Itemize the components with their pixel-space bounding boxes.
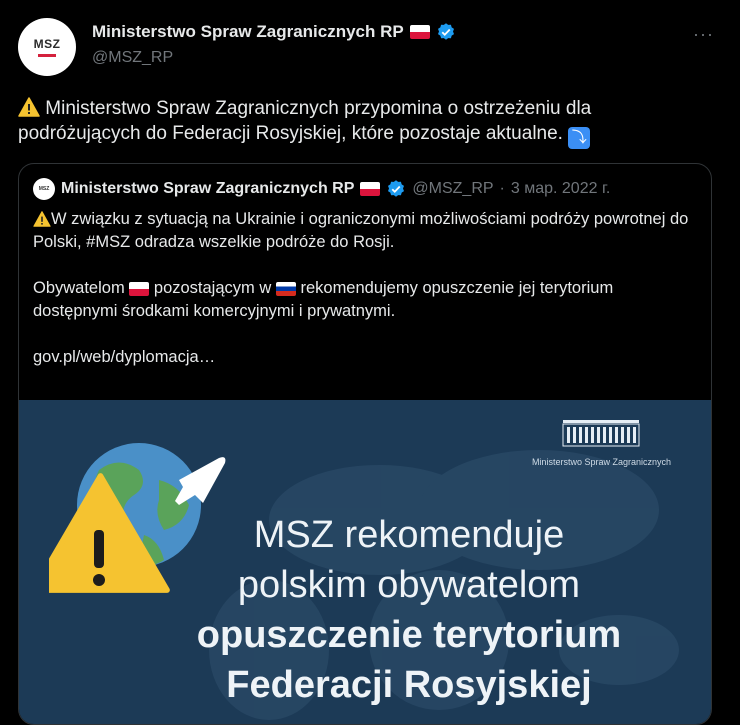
russia-flag-icon [275, 281, 296, 296]
quoted-handle[interactable]: @MSZ_RP [412, 180, 493, 198]
ministry-logo: Ministerstwo Spraw Zagranicznych [532, 418, 671, 467]
quoted-paragraph-2: Obywatelom pozostającym w rekomendujemy … [33, 279, 614, 320]
more-options-icon[interactable]: ··· [693, 24, 714, 45]
verified-badge-icon [388, 180, 405, 197]
arrow-down-right-icon: ⤵ [568, 126, 591, 149]
image-line-3: opuszczenie terytorium [196, 614, 622, 656]
verified-badge-icon [437, 23, 454, 40]
quoted-paragraph-1: W związku z sytuacją na Ukrainie i ogran… [33, 210, 689, 251]
quoted-tweet-body: W związku z sytuacją na Ukrainie i ogran… [33, 208, 693, 392]
date-separator: · [499, 180, 505, 197]
author-name[interactable]: Ministerstwo Spraw Zagranicznych RP [92, 22, 404, 42]
avatar-underline [38, 54, 56, 57]
image-headline: MSZ rekomenduje polskim obywatelom opusz… [189, 510, 629, 710]
warning-icon [18, 97, 40, 117]
author-name-row: Ministerstwo Spraw Zagranicznych RP [92, 22, 456, 42]
tweet-text: Ministerstwo Spraw Zagranicznych przypom… [18, 96, 708, 149]
quoted-date[interactable]: 3 мар. 2022 г. [511, 180, 610, 198]
warning-icon [33, 211, 51, 227]
quoted-avatar[interactable]: MSZ [33, 178, 55, 200]
author-handle[interactable]: @MSZ_RP [92, 49, 173, 67]
image-line-4: Federacji Rosyjskiej [226, 664, 592, 706]
image-line-1: MSZ rekomenduje [253, 514, 565, 556]
image-line-2: polskim obywatelom [237, 564, 581, 606]
ministry-logo-label: Ministerstwo Spraw Zagranicznych [531, 457, 671, 467]
quoted-tweet-header: MSZ Ministerstwo Spraw Zagranicznych RP … [33, 178, 610, 200]
poland-flag-icon [129, 281, 150, 296]
poland-flag-icon [360, 182, 381, 196]
tweet-body: Ministerstwo Spraw Zagranicznych przypom… [18, 98, 592, 144]
quoted-tweet[interactable]: MSZ Ministerstwo Spraw Zagranicznych RP … [18, 163, 712, 725]
avatar-text: MSZ [33, 37, 61, 51]
ministry-building-icon [562, 420, 640, 447]
quoted-link[interactable]: gov.pl/web/dyplomacja… [33, 346, 693, 369]
poland-flag-icon [409, 25, 430, 39]
author-avatar[interactable]: MSZ [18, 18, 76, 76]
quoted-author-name[interactable]: Ministerstwo Spraw Zagranicznych RP [61, 180, 354, 198]
quoted-tweet-image[interactable]: Ministerstwo Spraw Zagranicznych MSZ rek… [19, 400, 711, 724]
